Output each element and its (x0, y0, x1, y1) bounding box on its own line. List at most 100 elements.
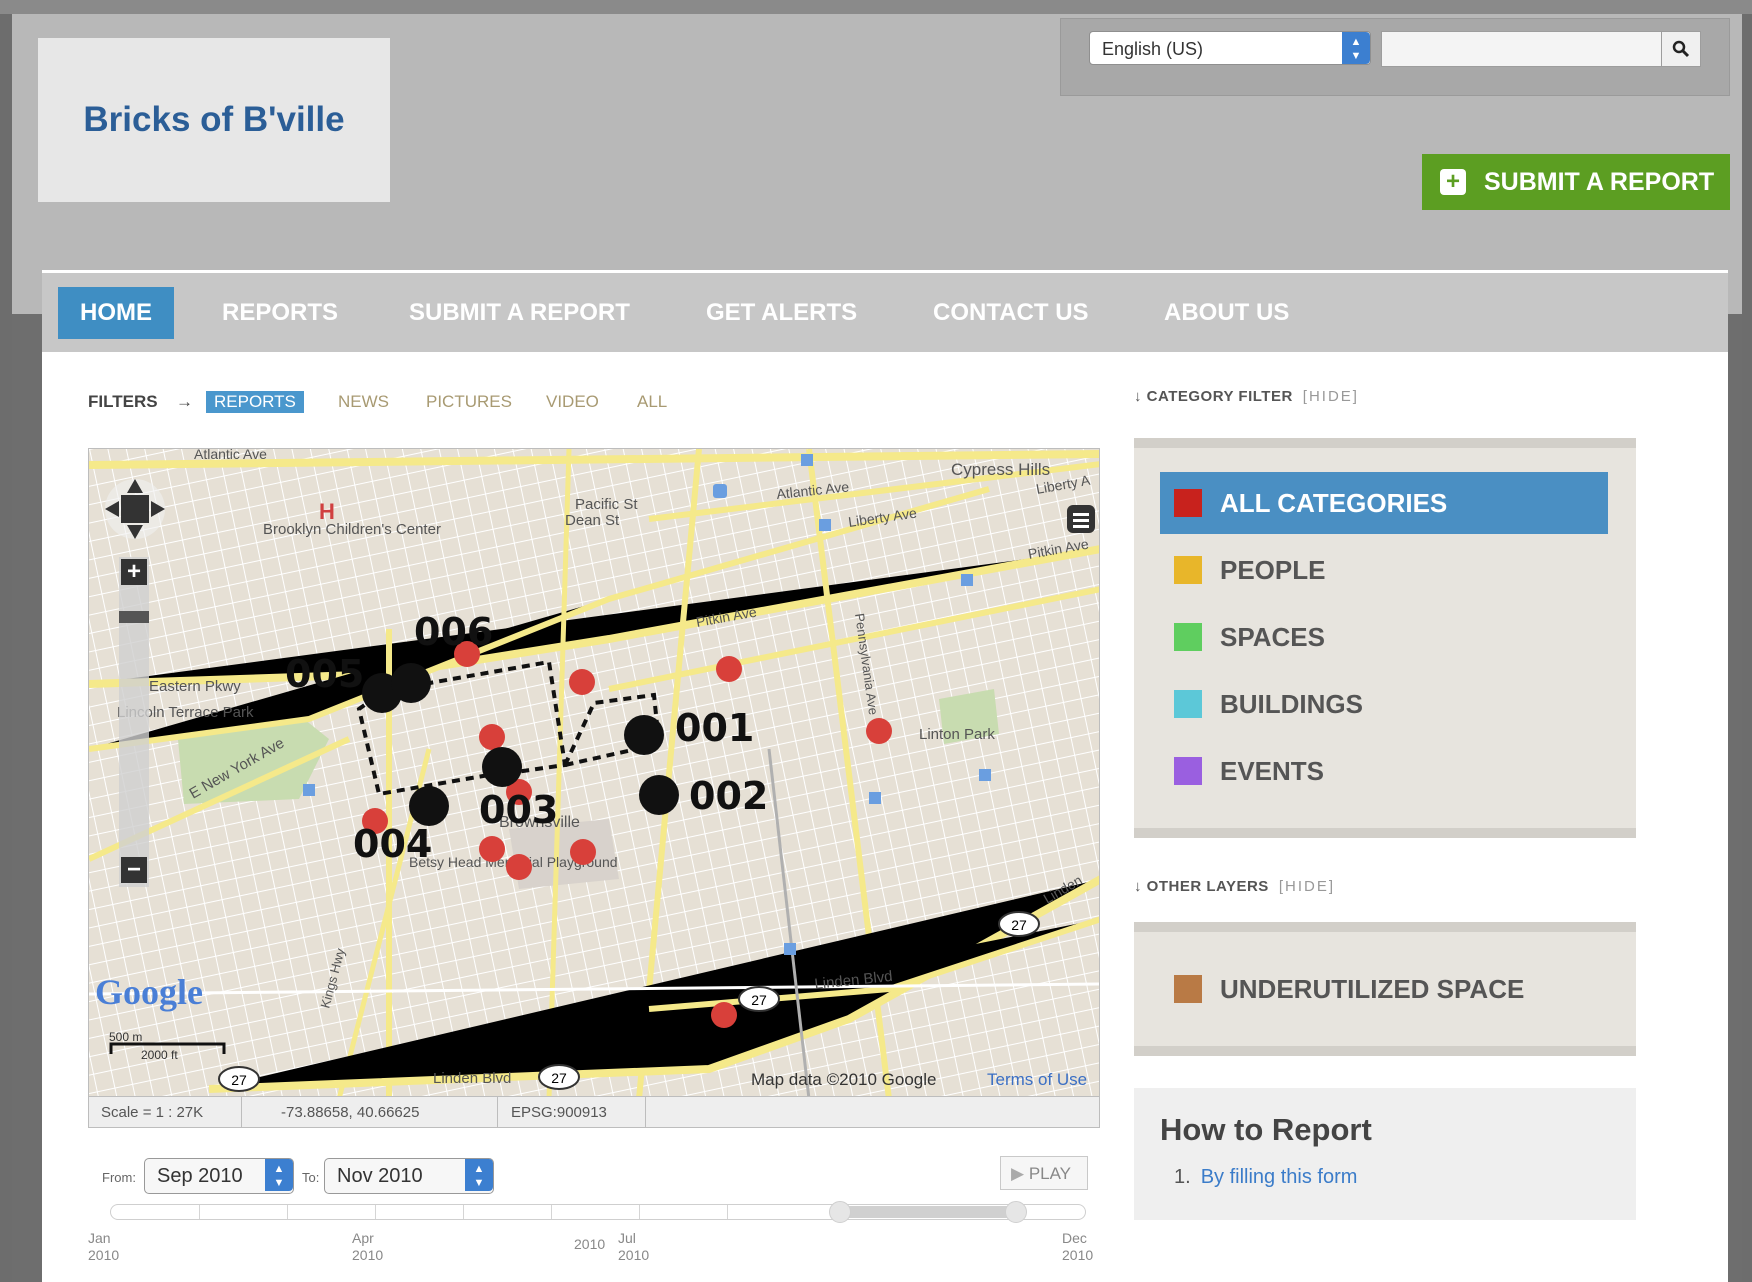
category-label: EVENTS (1220, 755, 1325, 786)
category-swatch (1174, 757, 1202, 785)
filter-news[interactable]: NEWS (338, 392, 389, 412)
report-marker-red[interactable] (866, 718, 892, 744)
subway-icon (869, 792, 881, 804)
route-27-shield: 27 (218, 1066, 260, 1092)
route-27-shield: 27 (538, 1064, 580, 1090)
report-marker-red[interactable] (570, 839, 596, 865)
from-date-select[interactable]: Sep 2010 ▲ ▼ (144, 1158, 294, 1194)
category-swatch (1174, 489, 1202, 517)
timeline-end-handle[interactable] (1005, 1201, 1027, 1223)
date-range-controls: From: Sep 2010 ▲ ▼ To: Nov 2010 ▲ ▼ (102, 1158, 1102, 1198)
category-label: PEOPLE (1220, 554, 1326, 585)
sidebar: ↓ CATEGORY FILTER [HIDE] ALL CATEGORIES P… (1050, 270, 1636, 1282)
nav-reports[interactable]: REPORTS (222, 287, 338, 339)
timeline-start-handle[interactable] (829, 1201, 851, 1223)
search-icon (1672, 40, 1690, 58)
map-label-cypress-hills: Cypress Hills (951, 460, 1050, 479)
language-select[interactable]: English (US) ▲ ▼ (1089, 31, 1371, 65)
report-marker-red[interactable] (479, 836, 505, 862)
select-arrows-icon: ▲ ▼ (265, 1159, 293, 1191)
map-pan-control[interactable] (105, 479, 165, 539)
how-to-report-link[interactable]: 1. By filling this form (1174, 1166, 1357, 1189)
layers-list: UNDERUTILIZED SPACE (1134, 922, 1636, 1056)
category-label: BUILDINGS (1220, 688, 1363, 719)
category-buildings[interactable]: BUILDINGS (1160, 673, 1608, 735)
language-select-value: English (US) (1102, 39, 1204, 59)
status-divider (241, 1097, 242, 1127)
search-button[interactable] (1661, 31, 1701, 67)
filter-video[interactable]: VIDEO (546, 392, 599, 412)
report-marker-red[interactable] (506, 854, 532, 880)
map-projection-readout: EPSG:900913 (511, 1104, 607, 1121)
page-border-left (12, 314, 42, 1282)
to-label: To: (302, 1170, 320, 1185)
report-marker-001[interactable] (624, 715, 664, 755)
to-date-select[interactable]: Nov 2010 ▲ ▼ (324, 1158, 494, 1194)
report-marker-004[interactable] (409, 786, 449, 826)
site-title: Bricks of B'ville (83, 100, 345, 139)
nav-home[interactable]: HOME (58, 287, 174, 339)
other-layers-heading[interactable]: ↓ OTHER LAYERS [HIDE] (1134, 878, 1335, 895)
timeline-label-apr: Apr 2010 (352, 1230, 383, 1264)
timeline-selected-range (839, 1206, 1015, 1218)
report-marker-red[interactable] (711, 1002, 737, 1028)
category-filter-title: CATEGORY FILTER (1146, 388, 1293, 405)
route-27-shield: 27 (998, 911, 1040, 937)
route-27-label: 27 (231, 1072, 247, 1088)
subway-icon (303, 784, 315, 796)
how-to-report-title: How to Report (1160, 1112, 1372, 1147)
category-events[interactable]: EVENTS (1160, 740, 1608, 802)
timeline-slider[interactable] (110, 1201, 1086, 1223)
filters-label: FILTERS (88, 392, 158, 411)
play-icon: ▶ (1011, 1164, 1025, 1183)
layers-hide-link[interactable]: [HIDE] (1279, 878, 1335, 895)
timeline-year: 2010 (618, 1247, 650, 1263)
map-label-linden-blvd-bottom: Linden Blvd (433, 1070, 511, 1087)
filter-all[interactable]: ALL (637, 392, 667, 412)
filter-pictures[interactable]: PICTURES (426, 392, 512, 412)
filter-reports[interactable]: REPORTS (206, 391, 304, 413)
scale-500m: 500 m (109, 1030, 142, 1044)
report-marker-red[interactable] (569, 669, 595, 695)
status-divider (645, 1097, 646, 1127)
filters-arrow-icon: → (176, 392, 193, 411)
timeline-month: Jan (88, 1230, 111, 1246)
category-hide-link[interactable]: [HIDE] (1303, 388, 1359, 405)
map[interactable]: Atlantic Ave Pacific St Dean St Atlantic… (88, 448, 1100, 1098)
timeline-tick (551, 1205, 552, 1219)
from-label: From: (102, 1170, 136, 1185)
category-people[interactable]: PEOPLE (1160, 539, 1608, 601)
collapse-arrow-icon: ↓ (1134, 878, 1147, 895)
status-divider (497, 1097, 498, 1127)
other-layers-title: OTHER LAYERS (1146, 878, 1269, 895)
report-label-006: 006 (414, 610, 493, 654)
subway-icon (713, 484, 727, 498)
category-swatch (1174, 623, 1202, 651)
map-zoom-control[interactable]: + − (119, 557, 149, 887)
report-label-001: 001 (675, 706, 754, 750)
map-label-linton-park: Linton Park (919, 726, 995, 743)
report-marker-red[interactable] (479, 724, 505, 750)
main-content: HOME REPORTS SUBMIT A REPORT GET ALERTS … (42, 270, 1728, 1282)
category-filter-heading[interactable]: ↓ CATEGORY FILTER [HIDE] (1134, 388, 1359, 405)
nav-submit-report[interactable]: SUBMIT A REPORT (409, 287, 630, 339)
timeline-tick (375, 1205, 376, 1219)
timeline-label-jan: Jan 2010 (88, 1230, 119, 1264)
site-logo[interactable]: Bricks of B'ville (38, 38, 390, 202)
map-canvas: Atlantic Ave Pacific St Dean St Atlantic… (89, 449, 1099, 1097)
category-spaces[interactable]: SPACES (1160, 606, 1608, 668)
report-marker-red[interactable] (716, 656, 742, 682)
submit-report-button[interactable]: + SUBMIT A REPORT (1422, 154, 1730, 210)
layer-underutilized-space[interactable]: UNDERUTILIZED SPACE (1160, 958, 1608, 1020)
report-marker-002[interactable] (639, 775, 679, 815)
category-all[interactable]: ALL CATEGORIES (1160, 472, 1608, 534)
layer-swatch (1174, 975, 1202, 1003)
search-input[interactable] (1381, 31, 1663, 67)
report-marker-006[interactable] (391, 663, 431, 703)
report-marker-003[interactable] (482, 747, 522, 787)
subway-icon (979, 769, 991, 781)
timeline-month: Jul (618, 1230, 636, 1246)
map-label-dean-st: Dean St (565, 512, 620, 529)
nav-get-alerts[interactable]: GET ALERTS (706, 287, 857, 339)
svg-text:−: − (127, 856, 141, 883)
